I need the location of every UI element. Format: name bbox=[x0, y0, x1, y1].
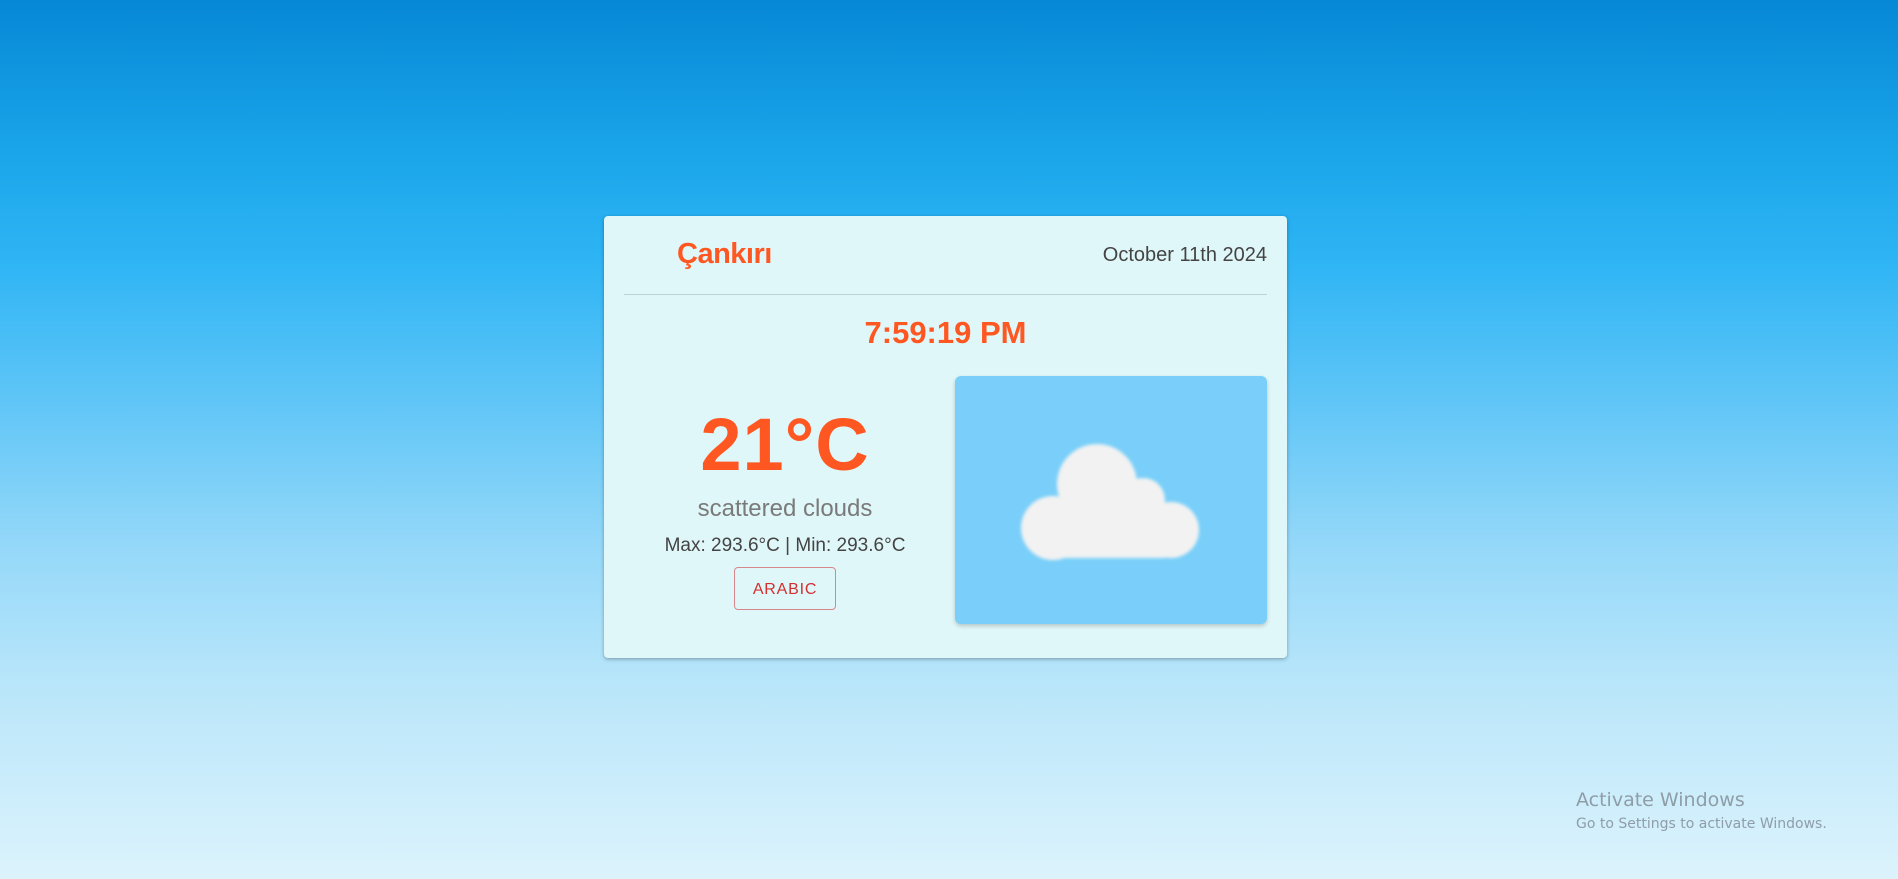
weather-card: Çankırı October 11th 2024 7:59:19 PM 21°… bbox=[604, 216, 1287, 658]
watermark-title: Activate Windows bbox=[1576, 789, 1745, 811]
cloud-icon bbox=[1021, 444, 1199, 560]
city-name: Çankırı bbox=[677, 238, 772, 270]
language-button[interactable]: ARABIC bbox=[733, 567, 837, 610]
weather-icon-panel bbox=[955, 376, 1267, 624]
min-max-temperature: Max: 293.6°C | Min: 293.6°C bbox=[664, 535, 906, 556]
temperature: 21°C bbox=[700, 403, 870, 486]
weather-description: scattered clouds bbox=[697, 495, 873, 522]
current-date: October 11th 2024 bbox=[1102, 244, 1267, 266]
header-divider bbox=[624, 294, 1267, 295]
windows-activation-watermark: Activate Windows Go to Settings to activ… bbox=[1576, 786, 1827, 834]
weather-details: 21°C scattered clouds Max: 293.6°C | Min… bbox=[624, 401, 946, 610]
current-time: 7:59:19 PM bbox=[864, 315, 1027, 350]
watermark-subtitle: Go to Settings to activate Windows. bbox=[1576, 816, 1827, 832]
